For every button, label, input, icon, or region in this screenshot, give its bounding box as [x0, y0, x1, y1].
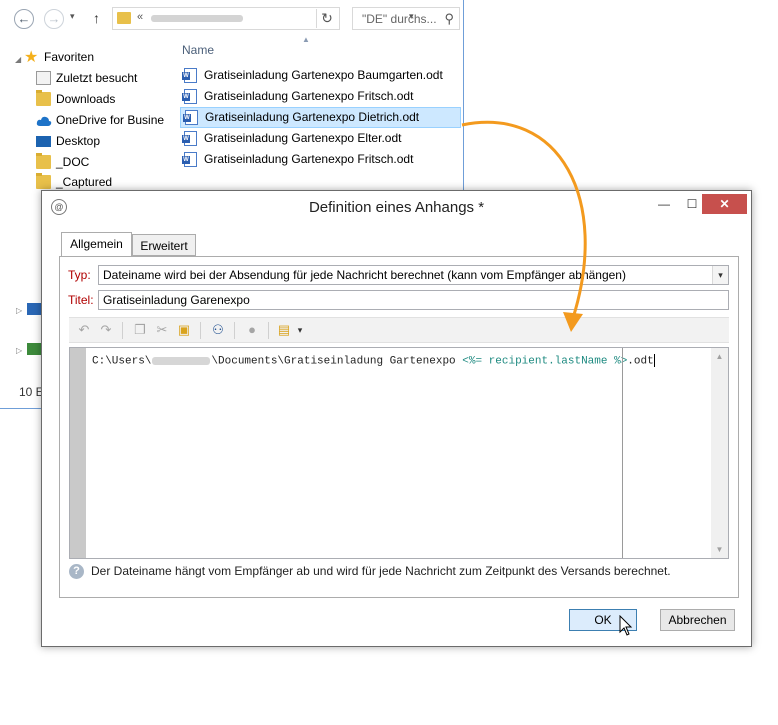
back-button[interactable]: ← — [14, 9, 34, 29]
nav-item-label: Downloads — [56, 92, 116, 106]
folder-icon — [36, 173, 51, 189]
file-name: Gratiseinladung Gartenexpo Elter.odt — [204, 131, 402, 145]
nav-item-label: _Captured — [56, 175, 113, 189]
minimize-button[interactable]: — — [651, 194, 677, 214]
editor-gutter — [70, 348, 86, 558]
downloads-folder-icon — [36, 90, 51, 106]
code-suffix: .odt — [627, 355, 654, 368]
search-placeholder: "DE" durchs... — [362, 12, 437, 26]
file-row[interactable]: Gratiseinladung Gartenexpo Fritsch.odt — [180, 86, 461, 107]
hint-text: Der Dateiname hängt vom Empfänger ab und… — [91, 564, 671, 578]
cancel-button[interactable]: Abbrechen — [660, 609, 735, 631]
dialog-title: Definition eines Anhangs * — [308, 199, 485, 216]
file-row[interactable]: Gratiseinladung Gartenexpo Fritsch.odt — [180, 149, 461, 170]
typ-select[interactable]: Dateiname wird bei der Absendung für jed… — [98, 265, 729, 285]
folder-icon — [117, 12, 131, 24]
tab-allgemein[interactable]: Allgemein — [61, 232, 132, 256]
file-name: Gratiseinladung Gartenexpo Fritsch.odt — [204, 152, 414, 166]
nav-item-label: _DOC — [56, 155, 90, 169]
margin-line — [622, 348, 623, 558]
vertical-scrollbar[interactable]: ▲ ▼ — [711, 348, 728, 558]
file-name: Gratiseinladung Gartenexpo Baumgarten.od… — [204, 68, 443, 82]
file-name: Gratiseinladung Gartenexpo Fritsch.odt — [204, 89, 414, 103]
forward-button[interactable]: → — [44, 9, 64, 29]
search-input[interactable]: "DE" durchs... ⚲ — [352, 7, 460, 30]
scroll-up-icon[interactable]: ▲ — [711, 348, 728, 365]
attachment-dialog: @ Definition eines Anhangs * — ☐ ✕ Allge… — [41, 190, 752, 647]
address-prefix: « — [137, 11, 144, 23]
file-name: Gratiseinladung Gartenexpo Dietrich.odt — [205, 110, 420, 124]
nav-item-label: OneDrive for Busine — [56, 113, 165, 127]
desktop-icon — [36, 136, 51, 147]
nav-item-label: Desktop — [56, 134, 101, 148]
nav-favorites[interactable]: Favoriten — [44, 47, 94, 67]
refresh-icon[interactable]: ↻ — [316, 9, 337, 28]
copy-icon[interactable]: ❐ — [131, 322, 149, 338]
code-editor[interactable]: C:\Users\ \Documents\Gratiseinladung Gart… — [69, 347, 729, 559]
file-row[interactable]: Gratiseinladung Gartenexpo Baumgarten.od… — [180, 65, 461, 86]
redacted-path — [151, 15, 243, 22]
address-bar[interactable]: « ▾ ↻ — [112, 7, 414, 30]
code-line: C:\Users\ \Documents\Gratiseinladung Gart… — [92, 354, 655, 367]
star-icon: ★ — [24, 49, 39, 66]
check-icon[interactable]: ● — [243, 322, 261, 338]
item-count: 10 E — [19, 385, 44, 399]
titel-label: Titel: — [68, 293, 94, 307]
toolbar-separator — [268, 322, 269, 339]
explorer-toolbar: ← → ▾ ↑ « ▾ ↻ "DE" durchs... ⚲ — [0, 0, 463, 36]
code-template: <%= recipient.lastName %> — [462, 355, 628, 368]
typ-label: Typ: — [68, 268, 91, 282]
mouse-cursor-icon — [619, 615, 633, 636]
chevron-down-icon[interactable]: ▾ — [291, 322, 309, 338]
scroll-down-icon[interactable]: ▼ — [711, 541, 728, 558]
tab-erweitert[interactable]: Erweitert — [132, 234, 196, 256]
dialog-body: Allgemein Erweitert Typ: Dateiname wird … — [49, 223, 744, 641]
titel-input[interactable]: Gratiseinladung Garenexpo — [98, 290, 729, 310]
toolbar-separator — [200, 322, 201, 339]
search-icon[interactable]: ⚲ — [444, 11, 454, 27]
document-icon — [182, 152, 197, 167]
expand-arrow-icon[interactable]: ▷ — [16, 306, 22, 315]
code-prefix: C:\Users\ — [92, 355, 152, 368]
folder-icon — [36, 153, 51, 169]
file-row[interactable]: Gratiseinladung Gartenexpo Elter.odt — [180, 128, 461, 149]
text-caret — [653, 354, 655, 367]
redo-icon[interactable]: ↷ — [97, 322, 115, 338]
recent-locations-icon[interactable]: ▾ — [70, 11, 75, 22]
redacted-username — [152, 356, 211, 365]
toolbar-separator — [122, 322, 123, 339]
code-path: \Documents\Gratiseinladung Gartenexpo — [211, 355, 463, 368]
document-icon — [182, 89, 197, 104]
paste-icon[interactable]: ▣ — [175, 322, 193, 338]
document-icon — [183, 110, 198, 125]
sort-caret-icon: ▲ — [302, 35, 310, 44]
expand-arrow-icon[interactable]: ▷ — [16, 346, 22, 355]
close-button[interactable]: ✕ — [702, 194, 747, 214]
nav-item-label: Zuletzt besucht — [56, 71, 138, 85]
editor-toolbar: ↶ ↷ ❐ ✂ ▣ ⚇ ● ▤ ▾ — [69, 317, 729, 343]
document-icon — [182, 68, 197, 83]
nav-favorites-label: Favoriten — [44, 50, 95, 64]
titel-value: Gratiseinladung Garenexpo — [103, 293, 250, 307]
up-arrow-icon[interactable]: ↑ — [93, 10, 100, 26]
dialog-titlebar[interactable]: @ Definition eines Anhangs * — ☐ ✕ — [42, 191, 751, 223]
find-binoculars-icon[interactable]: ⚇ — [209, 322, 227, 338]
undo-icon[interactable]: ↶ — [75, 322, 93, 338]
document-icon — [182, 131, 197, 146]
help-icon: ? — [69, 564, 84, 579]
file-row-selected[interactable]: Gratiseinladung Gartenexpo Dietrich.odt — [180, 107, 461, 128]
toolbar-separator — [234, 322, 235, 339]
recent-places-icon — [36, 71, 51, 85]
cut-icon[interactable]: ✂ — [153, 322, 171, 338]
chevron-down-icon[interactable]: ▾ — [712, 266, 728, 284]
cloud-icon — [36, 113, 52, 127]
column-header-name[interactable]: Name — [182, 43, 214, 57]
typ-value: Dateiname wird bei der Absendung für jed… — [103, 268, 626, 282]
expand-arrow-icon[interactable]: ◢ — [15, 55, 21, 64]
